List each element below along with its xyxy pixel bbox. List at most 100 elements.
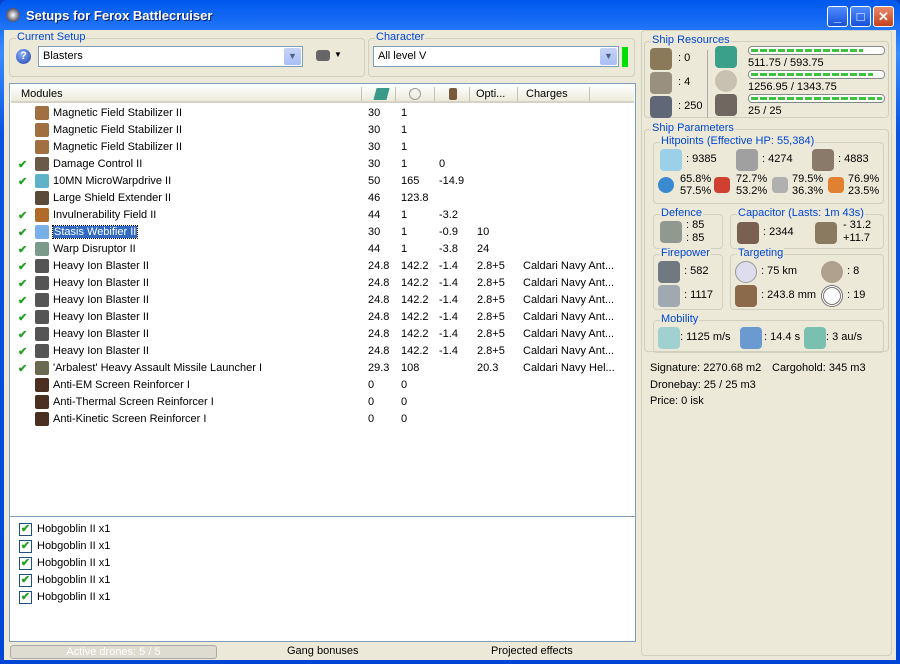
module-row[interactable]: ✔ Heavy Ion Blaster II 24.8 142.2 -1.4 2.8+5 C… — [11, 343, 631, 360]
kinetic-shield-resist: 79.5% — [792, 173, 824, 185]
speed-icon — [658, 327, 680, 349]
projected-effects-button[interactable]: Projected effects — [491, 645, 573, 657]
setup-select[interactable]: Blasters ▼ — [38, 46, 303, 67]
module-icon — [35, 123, 49, 137]
module-row[interactable]: ✔ 'Arbalest' Heavy Assault Missile Launch… — [11, 360, 631, 377]
module-powergrid: 142.2 — [401, 328, 429, 340]
column-charges[interactable]: Charges — [526, 88, 568, 100]
minimize-button[interactable]: _ — [827, 6, 848, 27]
active-check-icon[interactable]: ✔ — [18, 260, 27, 273]
active-check-icon[interactable]: ✔ — [18, 328, 27, 341]
dropdown-arrow-icon[interactable]: ▼ — [334, 50, 342, 59]
drone-name: Hobgoblin II x1 — [37, 574, 111, 586]
drone-checkbox[interactable]: ✔ — [19, 540, 32, 553]
active-check-icon[interactable]: ✔ — [18, 277, 27, 290]
drone-item[interactable]: ✔ Hobgoblin II x1 — [11, 572, 631, 589]
module-row[interactable]: ✔ Heavy Ion Blaster II 24.8 142.2 -1.4 2.8+5 C… — [11, 326, 631, 343]
module-row[interactable]: ✔ Stasis Webifier II 30 1 -0.9 10 — [11, 224, 631, 241]
active-check-icon[interactable]: ✔ — [18, 175, 27, 188]
maximize-button[interactable]: □ — [850, 6, 871, 27]
drone-item[interactable]: ✔ Hobgoblin II x1 — [11, 521, 631, 538]
chevron-down-icon[interactable]: ▼ — [600, 48, 617, 65]
character-label: Character — [375, 31, 426, 43]
module-row[interactable]: ✔ Heavy Ion Blaster II 24.8 142.2 -1.4 2.8+5 C… — [11, 309, 631, 326]
drone-checkbox[interactable]: ✔ — [19, 574, 32, 587]
module-row[interactable]: Anti-Kinetic Screen Reinforcer I 0 0 — [11, 411, 631, 428]
module-capacitor: -1.4 — [439, 328, 458, 340]
module-icon — [35, 310, 49, 324]
module-capacitor: 0 — [439, 158, 446, 170]
powergrid-icon[interactable] — [409, 88, 421, 100]
module-row[interactable]: ✔ Heavy Ion Blaster II 24.8 142.2 -1.4 2.8+5 C… — [11, 292, 631, 309]
active-check-icon[interactable]: ✔ — [18, 294, 27, 307]
module-row[interactable]: Magnetic Field Stabilizer II 30 1 — [11, 139, 631, 156]
modules-list[interactable]: Modules Opti... Charges Magnetic Field S… — [9, 83, 636, 540]
module-icon — [35, 361, 49, 375]
character-status-indicator — [622, 47, 628, 67]
module-row[interactable]: ✔ Heavy Ion Blaster II 24.8 142.2 -1.4 2.8+5 C… — [11, 275, 631, 292]
module-row[interactable]: ✔ Damage Control II 30 1 0 — [11, 156, 631, 173]
drone-item[interactable]: ✔ Hobgoblin II x1 — [11, 555, 631, 572]
modules-header: Modules Opti... Charges — [11, 85, 634, 103]
active-check-icon[interactable]: ✔ — [18, 209, 27, 222]
module-row[interactable]: ✔ Warp Disruptor II 44 1 -3.8 24 — [11, 241, 631, 258]
close-button[interactable]: ✕ — [873, 6, 894, 27]
module-powergrid: 142.2 — [401, 345, 429, 357]
module-capacitor: -1.4 — [439, 277, 458, 289]
module-row[interactable]: Anti-EM Screen Reinforcer I 0 0 — [11, 377, 631, 394]
module-name: Anti-EM Screen Reinforcer I — [53, 379, 190, 391]
module-icon — [35, 412, 49, 426]
module-powergrid: 0 — [401, 379, 408, 391]
right-panel: Ship Resources : 0 : 4 : 250 511.75 / 59… — [641, 30, 892, 656]
cpu-icon[interactable] — [373, 88, 390, 100]
active-check-icon[interactable]: ✔ — [18, 226, 27, 239]
drone-item[interactable]: ✔ Hobgoblin II x1 — [11, 538, 631, 555]
module-cpu: 30 — [368, 107, 381, 119]
drone-checkbox[interactable]: ✔ — [19, 557, 32, 570]
help-icon[interactable]: ? — [16, 49, 31, 64]
module-row[interactable]: Large Shield Extender II 46 123.8 — [11, 190, 631, 207]
drone-name: Hobgoblin II x1 — [37, 591, 111, 603]
character-select[interactable]: All level V ▼ — [373, 46, 619, 67]
setup-value: Blasters — [43, 50, 83, 62]
shield-hp: : 9385 — [686, 153, 717, 165]
module-icon — [35, 378, 49, 392]
module-row[interactable]: Magnetic Field Stabilizer II 30 1 — [11, 122, 631, 139]
drones-list[interactable]: ✔ Hobgoblin II x1 ✔ Hobgoblin II x1 ✔ Hobgobl… — [9, 516, 636, 642]
defence-value-a: : 85 — [686, 219, 705, 231]
capacitor-label: Capacitor (Lasts: 1m 43s) — [737, 207, 865, 219]
ship-parameters-group: Ship Parameters Hitpoints (Effective HP:… — [644, 122, 889, 353]
active-check-icon[interactable]: ✔ — [18, 243, 27, 256]
column-optimal[interactable]: Opti... — [476, 88, 505, 100]
window-title: Setups for Ferox Battlecruiser — [26, 8, 213, 23]
targeting-range: : 75 km — [761, 265, 798, 277]
module-cpu: 44 — [368, 243, 381, 255]
active-check-icon[interactable]: ✔ — [18, 345, 27, 358]
module-row[interactable]: ✔ Heavy Ion Blaster II 24.8 142.2 -1.4 2.8+5 C… — [11, 258, 631, 275]
active-check-icon[interactable]: ✔ — [18, 158, 27, 171]
module-row[interactable]: Magnetic Field Stabilizer II 30 1 — [11, 105, 631, 122]
module-powergrid: 0 — [401, 413, 408, 425]
active-check-icon[interactable]: ✔ — [18, 311, 27, 324]
column-modules[interactable]: Modules — [21, 88, 63, 100]
module-name: 10MN MicroWarpdrive II — [53, 175, 172, 187]
module-cpu: 30 — [368, 124, 381, 136]
ship-icon[interactable] — [316, 50, 330, 61]
module-row[interactable]: ✔ 10MN MicroWarpdrive II 50 165 -14.9 — [11, 173, 631, 190]
module-row[interactable]: ✔ Invulnerability Field II 44 1 -3.2 — [11, 207, 631, 224]
module-optimal: 2.8+5 — [477, 277, 505, 289]
module-optimal: 2.8+5 — [477, 260, 505, 272]
active-drones-button[interactable]: Active drones: 5 / 5 — [10, 645, 217, 659]
drone-item[interactable]: ✔ Hobgoblin II x1 — [11, 589, 631, 606]
drone-checkbox[interactable]: ✔ — [19, 591, 32, 604]
module-row[interactable]: Anti-Thermal Screen Reinforcer I 0 0 — [11, 394, 631, 411]
module-capacitor: -0.9 — [439, 226, 458, 238]
gang-bonuses-button[interactable]: Gang bonuses — [287, 645, 359, 657]
module-cpu: 29.3 — [368, 362, 390, 374]
align-time: : 14.4 s — [764, 331, 801, 343]
active-check-icon[interactable]: ✔ — [18, 362, 27, 375]
drone-checkbox[interactable]: ✔ — [19, 523, 32, 536]
capacitor-icon[interactable] — [449, 88, 457, 100]
module-icon — [35, 327, 49, 341]
chevron-down-icon[interactable]: ▼ — [284, 48, 301, 65]
